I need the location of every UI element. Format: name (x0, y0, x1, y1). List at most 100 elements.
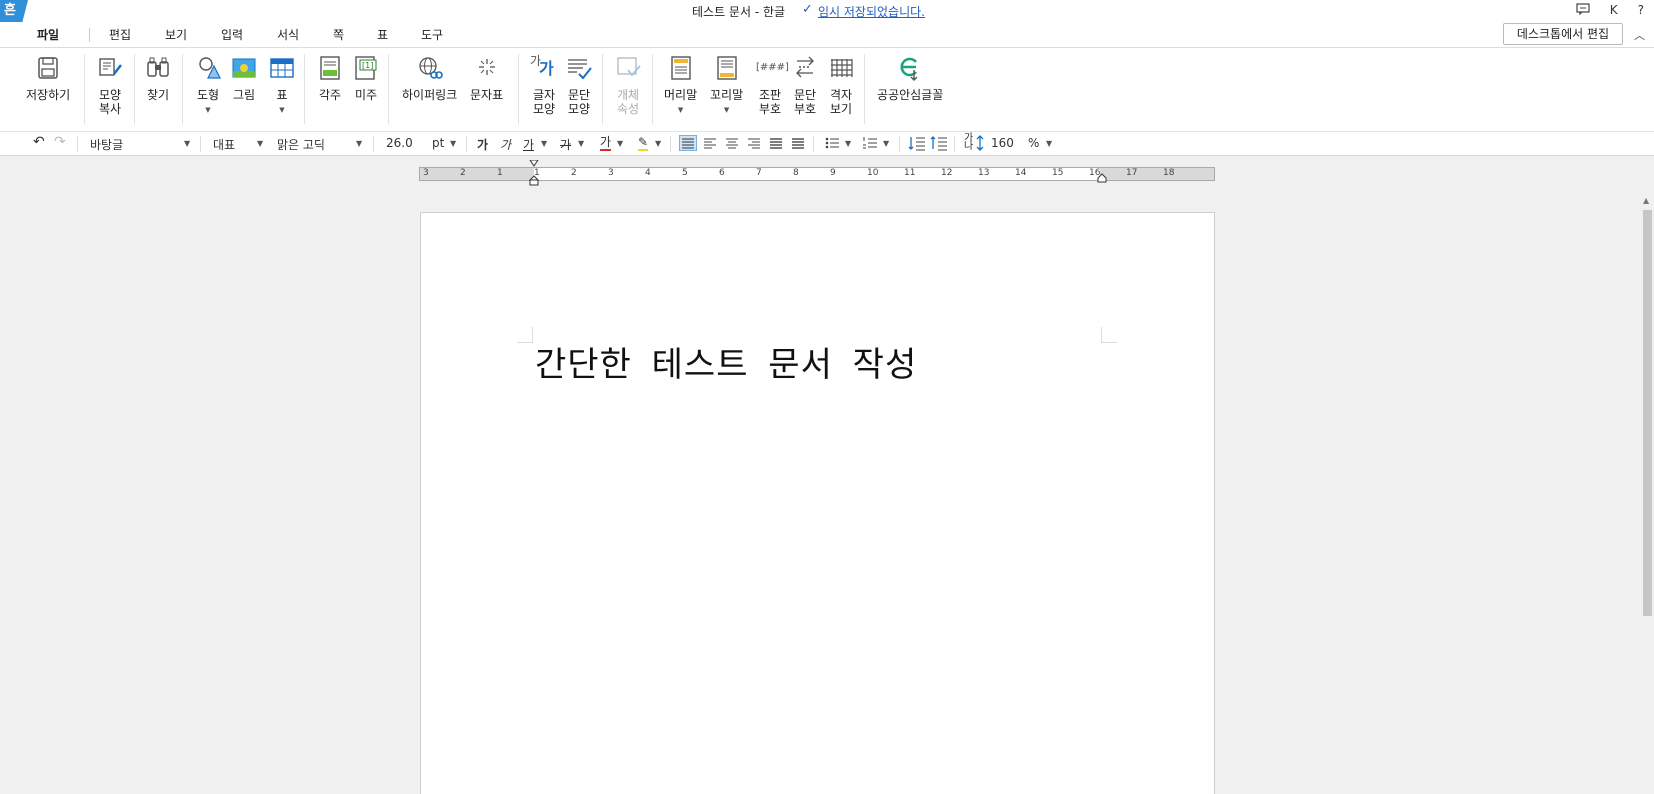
font-size-unit[interactable]: pt (432, 136, 444, 150)
ribbon-divider (84, 54, 85, 124)
para-shape-button[interactable]: 문단 모양 (565, 54, 593, 116)
object-properties-button[interactable]: 개체 속성 (614, 54, 642, 116)
app-logo[interactable]: 흔 (0, 0, 28, 22)
chevron-down-icon[interactable]: ▼ (356, 139, 362, 148)
undo-icon[interactable]: ↶ (33, 134, 45, 150)
font-lang-select[interactable]: 대표 (213, 136, 235, 153)
chevron-down-icon[interactable]: ▼ (450, 139, 456, 148)
save-icon (38, 57, 58, 79)
font-name-select[interactable]: 맑은 고딕 (277, 136, 325, 153)
char-shape-label-2: 모양 (532, 102, 556, 116)
ruler-label: 14 (1015, 168, 1027, 178)
ribbon-divider (518, 54, 519, 124)
numbered-list-icon[interactable] (862, 135, 878, 154)
find-button[interactable]: 찾기 (144, 54, 172, 102)
copy-format-button[interactable]: 모양 복사 (96, 54, 124, 116)
align-right-icon[interactable] (746, 135, 762, 154)
ruler-label: 15 (1052, 168, 1064, 178)
table-icon (270, 58, 294, 78)
menu-tools[interactable]: 도구 (421, 26, 443, 43)
menu-format[interactable]: 서식 (277, 26, 299, 43)
chevron-down-icon[interactable]: ▼ (257, 139, 263, 148)
char-shape-button[interactable]: 가 가 글자 모양 (530, 54, 558, 116)
align-left-icon[interactable] (702, 135, 718, 154)
para-marks-button[interactable]: 문단 부호 (791, 54, 819, 116)
bold-button[interactable]: 가 (477, 136, 488, 153)
menu-table[interactable]: 표 (377, 26, 388, 43)
horizontal-ruler[interactable]: 3 2 1 1 2 3 4 5 6 7 8 9 10 11 12 13 14 15 16 17 18 (419, 160, 1215, 186)
object-properties-icon (617, 57, 641, 77)
account-button[interactable]: K (1610, 3, 1618, 18)
font-color-button[interactable]: 가 (600, 136, 612, 151)
shape-button[interactable]: 도형 ▼ (194, 54, 222, 117)
chevron-down-icon[interactable]: ▼ (541, 139, 547, 148)
footer-button[interactable]: 꼬리말 ▼ (710, 54, 743, 117)
underline-button[interactable]: 가 (523, 136, 534, 153)
object-properties-label-2: 속성 (616, 102, 640, 116)
style-select[interactable]: 바탕글 (90, 136, 123, 153)
save-status-link[interactable]: 임시 저장되었습니다. (818, 3, 925, 20)
ruler-label: 11 (904, 168, 916, 178)
symbol-icon (478, 59, 495, 75)
vertical-scrollbar[interactable]: ▲ (1640, 196, 1654, 794)
hyperlink-button[interactable]: 하이퍼링크 (402, 54, 457, 102)
footnote-button[interactable]: 각주 (316, 54, 344, 102)
chevron-down-icon: ▼ (279, 106, 285, 114)
chevron-down-icon[interactable]: ▼ (883, 139, 889, 148)
chevron-down-icon[interactable]: ▼ (1046, 139, 1052, 148)
align-justify-icon[interactable] (679, 135, 697, 154)
chevron-down-icon[interactable]: ▼ (578, 139, 584, 148)
layout-marks-button[interactable]: [###] 조판 부호 (756, 54, 789, 116)
italic-button[interactable]: 가 (500, 136, 511, 153)
chevron-down-icon[interactable]: ▼ (617, 139, 623, 148)
header-button[interactable]: 머리말 ▼ (664, 54, 697, 117)
chevron-down-icon: ▼ (677, 106, 684, 114)
comment-icon[interactable] (1576, 3, 1590, 18)
grid-view-button[interactable]: 격자 보기 (827, 54, 855, 116)
chevron-down-icon[interactable]: ▼ (184, 139, 190, 148)
highlight-pen-icon[interactable]: ✎ (638, 136, 649, 151)
line-spacing-unit[interactable]: % (1028, 136, 1039, 150)
align-divide-icon[interactable] (790, 135, 806, 154)
decrease-spacing-icon[interactable] (908, 135, 926, 154)
para-marks-label-1: 문단 (793, 88, 817, 102)
increase-spacing-icon[interactable] (930, 135, 948, 154)
document-page[interactable]: 간단한 테스트 문서 작성 (420, 212, 1215, 794)
ruler-label: 10 (867, 168, 879, 178)
layout-marks-label-1: 조판 (758, 88, 782, 102)
redo-icon[interactable]: ↷ (54, 134, 66, 150)
char-shape-icon: 가 가 (530, 54, 558, 82)
find-label: 찾기 (146, 88, 170, 102)
align-distribute-icon[interactable] (768, 135, 784, 154)
endnote-button[interactable]: [1] 미주 (352, 54, 380, 102)
menu-file[interactable]: 파일 (37, 26, 59, 43)
symbol-button[interactable]: 문자표 (470, 54, 503, 102)
menu-edit[interactable]: 편집 (109, 26, 131, 43)
table-label: 표 (276, 88, 288, 102)
indent-marker-icon[interactable] (528, 160, 540, 186)
scrollbar-thumb[interactable] (1643, 210, 1652, 616)
menu-page[interactable]: 쪽 (333, 26, 344, 43)
chevron-down-icon[interactable]: ▼ (845, 139, 851, 148)
font-size-input[interactable]: 26.0 (386, 136, 413, 150)
picture-button[interactable]: 그림 (230, 54, 258, 102)
document-body-text[interactable]: 간단한 테스트 문서 작성 (535, 337, 917, 386)
layout-marks-label-2: 부호 (758, 102, 782, 116)
scroll-up-icon[interactable]: ▲ (1643, 196, 1649, 205)
edit-in-desktop-button[interactable]: 데스크톱에서 편집 (1503, 23, 1623, 45)
bullet-list-icon[interactable] (824, 135, 840, 154)
help-button[interactable]: ? (1638, 3, 1644, 18)
public-font-button[interactable]: 공공안심글꼴 (877, 54, 943, 102)
menu-bar: 파일 편집 보기 입력 서식 쪽 표 도구 데스크톱에서 편집 ︿ (0, 22, 1654, 48)
right-indent-marker-icon[interactable] (1096, 173, 1108, 183)
format-painter-icon (99, 58, 122, 76)
table-button[interactable]: 표 ▼ (268, 54, 296, 117)
align-center-icon[interactable] (724, 135, 740, 154)
menu-insert[interactable]: 입력 (221, 26, 243, 43)
chevron-down-icon[interactable]: ▼ (655, 139, 661, 148)
save-button[interactable]: 저장하기 (26, 54, 70, 102)
chevron-up-icon[interactable]: ︿ (1634, 27, 1645, 43)
line-spacing-input[interactable]: 160 (991, 136, 1014, 150)
strikethrough-button[interactable]: 가 (560, 136, 571, 153)
menu-view[interactable]: 보기 (165, 26, 187, 43)
